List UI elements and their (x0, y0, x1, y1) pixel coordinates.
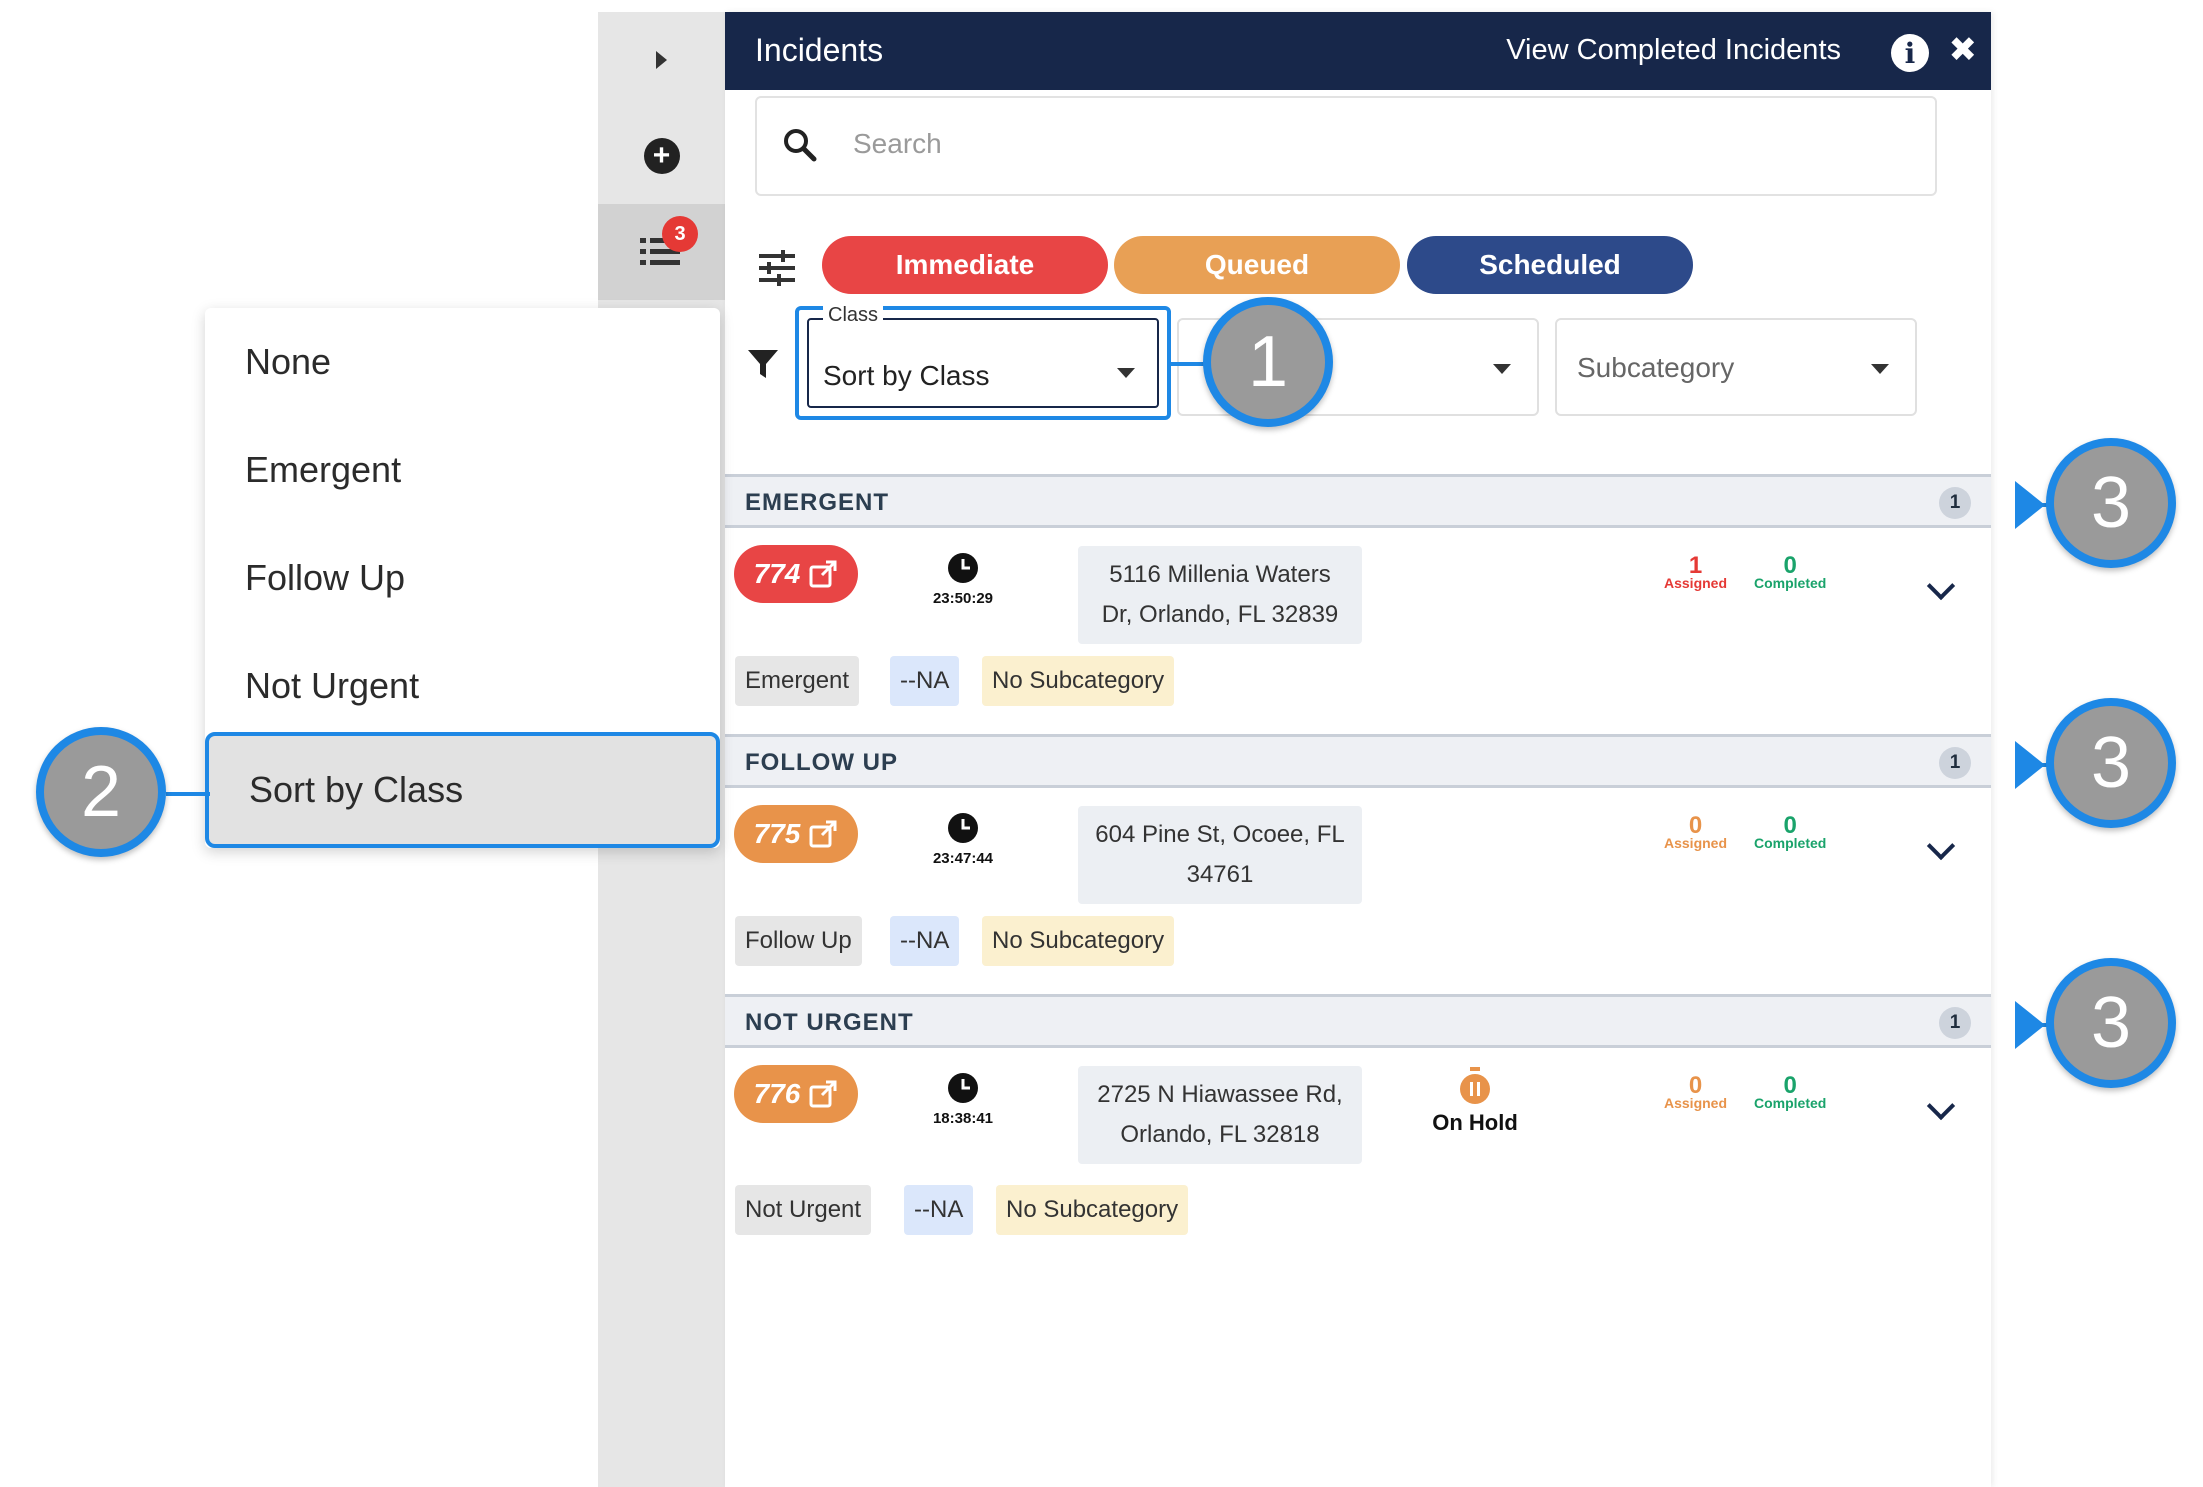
section-title: FOLLOW UP (745, 749, 898, 776)
elapsed-time-value: 23:50:29 (932, 590, 994, 607)
notification-badge: 3 (662, 216, 698, 252)
section-count-badge: 1 (1939, 1007, 1971, 1039)
page-title: Incidents (755, 32, 884, 68)
class-select-field: Class Sort by Class (807, 304, 1159, 408)
view-completed-incidents-link[interactable]: View Completed Incidents (1506, 34, 1841, 67)
incident-number-badge[interactable]: 774 (734, 545, 858, 603)
incident-number: 776 (753, 1078, 801, 1109)
completed-count: 0 Completed (1754, 812, 1827, 851)
class-tag: Follow Up (735, 916, 862, 966)
incident-address: 604 Pine St, Ocoee, FL 34761 (1078, 806, 1362, 904)
class-select-label: Class (823, 304, 884, 327)
search-icon (784, 129, 817, 162)
assigned-count: 0 Assigned (1664, 1072, 1728, 1111)
class-select[interactable]: Class Sort by Class (795, 304, 1171, 420)
plus-circle-icon: + (643, 138, 680, 174)
elapsed-time: 23:47:44 (913, 812, 1013, 867)
assigned-count: 0 Assigned (1664, 812, 1728, 851)
elapsed-time: 23:50:29 (913, 552, 1013, 607)
callout-badge: 2 (36, 727, 166, 857)
address-line-1: 604 Pine St, Ocoee, FL (1095, 821, 1345, 848)
on-hold-status: On Hold (1415, 1066, 1535, 1136)
callout-connector (166, 792, 210, 796)
class-select-value: Sort by Class (823, 360, 990, 391)
completed-count: 0 Completed (1754, 1072, 1827, 1111)
incident-number: 774 (753, 558, 801, 589)
expand-sidebar-button[interactable] (598, 12, 725, 108)
incident-number-badge[interactable]: 775 (734, 805, 858, 863)
section-title: NOT URGENT (745, 1009, 914, 1036)
clock-icon (948, 813, 978, 843)
menu-item-sort-by-class[interactable]: Sort by Class (205, 732, 720, 848)
subcategory-tag: No Subcategory (982, 656, 1175, 706)
menu-item-not-urgent[interactable]: Not Urgent (205, 632, 720, 740)
panel-header: Incidents View Completed Incidents i ✖ (725, 12, 1991, 90)
external-link-icon (809, 560, 837, 588)
clock-icon (948, 553, 978, 583)
chevron-down-icon (1871, 364, 1889, 374)
address-line-1: 2725 N Hiawassee Rd, (1097, 1081, 1343, 1108)
callout-badge: 3 (2046, 698, 2176, 828)
immediate-filter-button[interactable]: Immediate (822, 236, 1108, 294)
queued-filter-button[interactable]: Queued (1114, 236, 1400, 294)
incident-number: 775 (753, 818, 801, 849)
assigned-count: 1 Assigned (1664, 552, 1728, 591)
category-tag: --NA (890, 656, 960, 706)
callout-badge: 3 (2046, 958, 2176, 1088)
category-tag: --NA (890, 916, 960, 966)
menu-item-follow-up[interactable]: Follow Up (205, 524, 720, 632)
info-icon[interactable]: i (1891, 34, 1929, 72)
section-header-emergent[interactable]: EMERGENT 1 (725, 474, 1991, 528)
completed-count: 0 Completed (1754, 552, 1827, 591)
search-input[interactable]: Search (755, 96, 1937, 196)
class-dropdown-menu: None Emergent Follow Up Not Urgent Sort … (205, 308, 720, 848)
subcategory-tag: No Subcategory (982, 916, 1175, 966)
address-line-2: 34761 (1186, 861, 1254, 888)
address-line-2: Orlando, FL 32818 (1120, 1121, 1320, 1148)
subcategory-select[interactable]: Subcategory (1555, 318, 1917, 416)
callout-badge: 1 (1203, 297, 1333, 427)
callout-badge: 3 (2046, 438, 2176, 568)
menu-item-none[interactable]: None (205, 308, 720, 416)
pause-timer-icon (1460, 1067, 1490, 1104)
elapsed-time: 18:38:41 (913, 1072, 1013, 1127)
class-tag: Not Urgent (735, 1185, 872, 1235)
incident-address: 5116 Millenia Waters Dr, Orlando, FL 3283… (1078, 546, 1362, 644)
incident-list-button[interactable]: 3 (598, 204, 725, 300)
status-label: On Hold (1432, 1110, 1518, 1135)
section-count-badge: 1 (1939, 747, 1971, 779)
address-line-1: 5116 Millenia Waters (1109, 561, 1331, 588)
subcategory-placeholder: Subcategory (1577, 352, 1735, 383)
filter-icon (748, 350, 778, 378)
chevron-down-icon (1117, 368, 1135, 378)
class-tag: Emergent (735, 656, 860, 706)
external-link-icon (809, 820, 837, 848)
sliders-icon[interactable] (757, 250, 797, 286)
external-link-icon (809, 1080, 837, 1108)
add-incident-button[interactable]: + (598, 108, 725, 204)
subcategory-tag: No Subcategory (996, 1185, 1189, 1235)
clock-icon (948, 1073, 978, 1103)
section-count-badge: 1 (1939, 487, 1971, 519)
incident-address: 2725 N Hiawassee Rd, Orlando, FL 32818 (1078, 1066, 1362, 1164)
elapsed-time-value: 23:47:44 (932, 850, 994, 867)
section-header-not-urgent[interactable]: NOT URGENT 1 (725, 994, 1991, 1048)
scheduled-filter-button[interactable]: Scheduled (1407, 236, 1693, 294)
section-header-follow-up[interactable]: FOLLOW UP 1 (725, 734, 1991, 788)
section-title: EMERGENT (745, 489, 890, 516)
search-placeholder: Search (853, 128, 942, 159)
category-tag: --NA (904, 1185, 974, 1235)
close-icon[interactable]: ✖ (1949, 30, 1978, 70)
elapsed-time-value: 18:38:41 (932, 1110, 994, 1127)
incident-number-badge[interactable]: 776 (734, 1065, 858, 1123)
caret-right-icon (656, 51, 667, 69)
chevron-down-icon (1493, 364, 1511, 374)
menu-item-emergent[interactable]: Emergent (205, 416, 720, 524)
address-line-2: Dr, Orlando, FL 32839 (1101, 601, 1339, 628)
